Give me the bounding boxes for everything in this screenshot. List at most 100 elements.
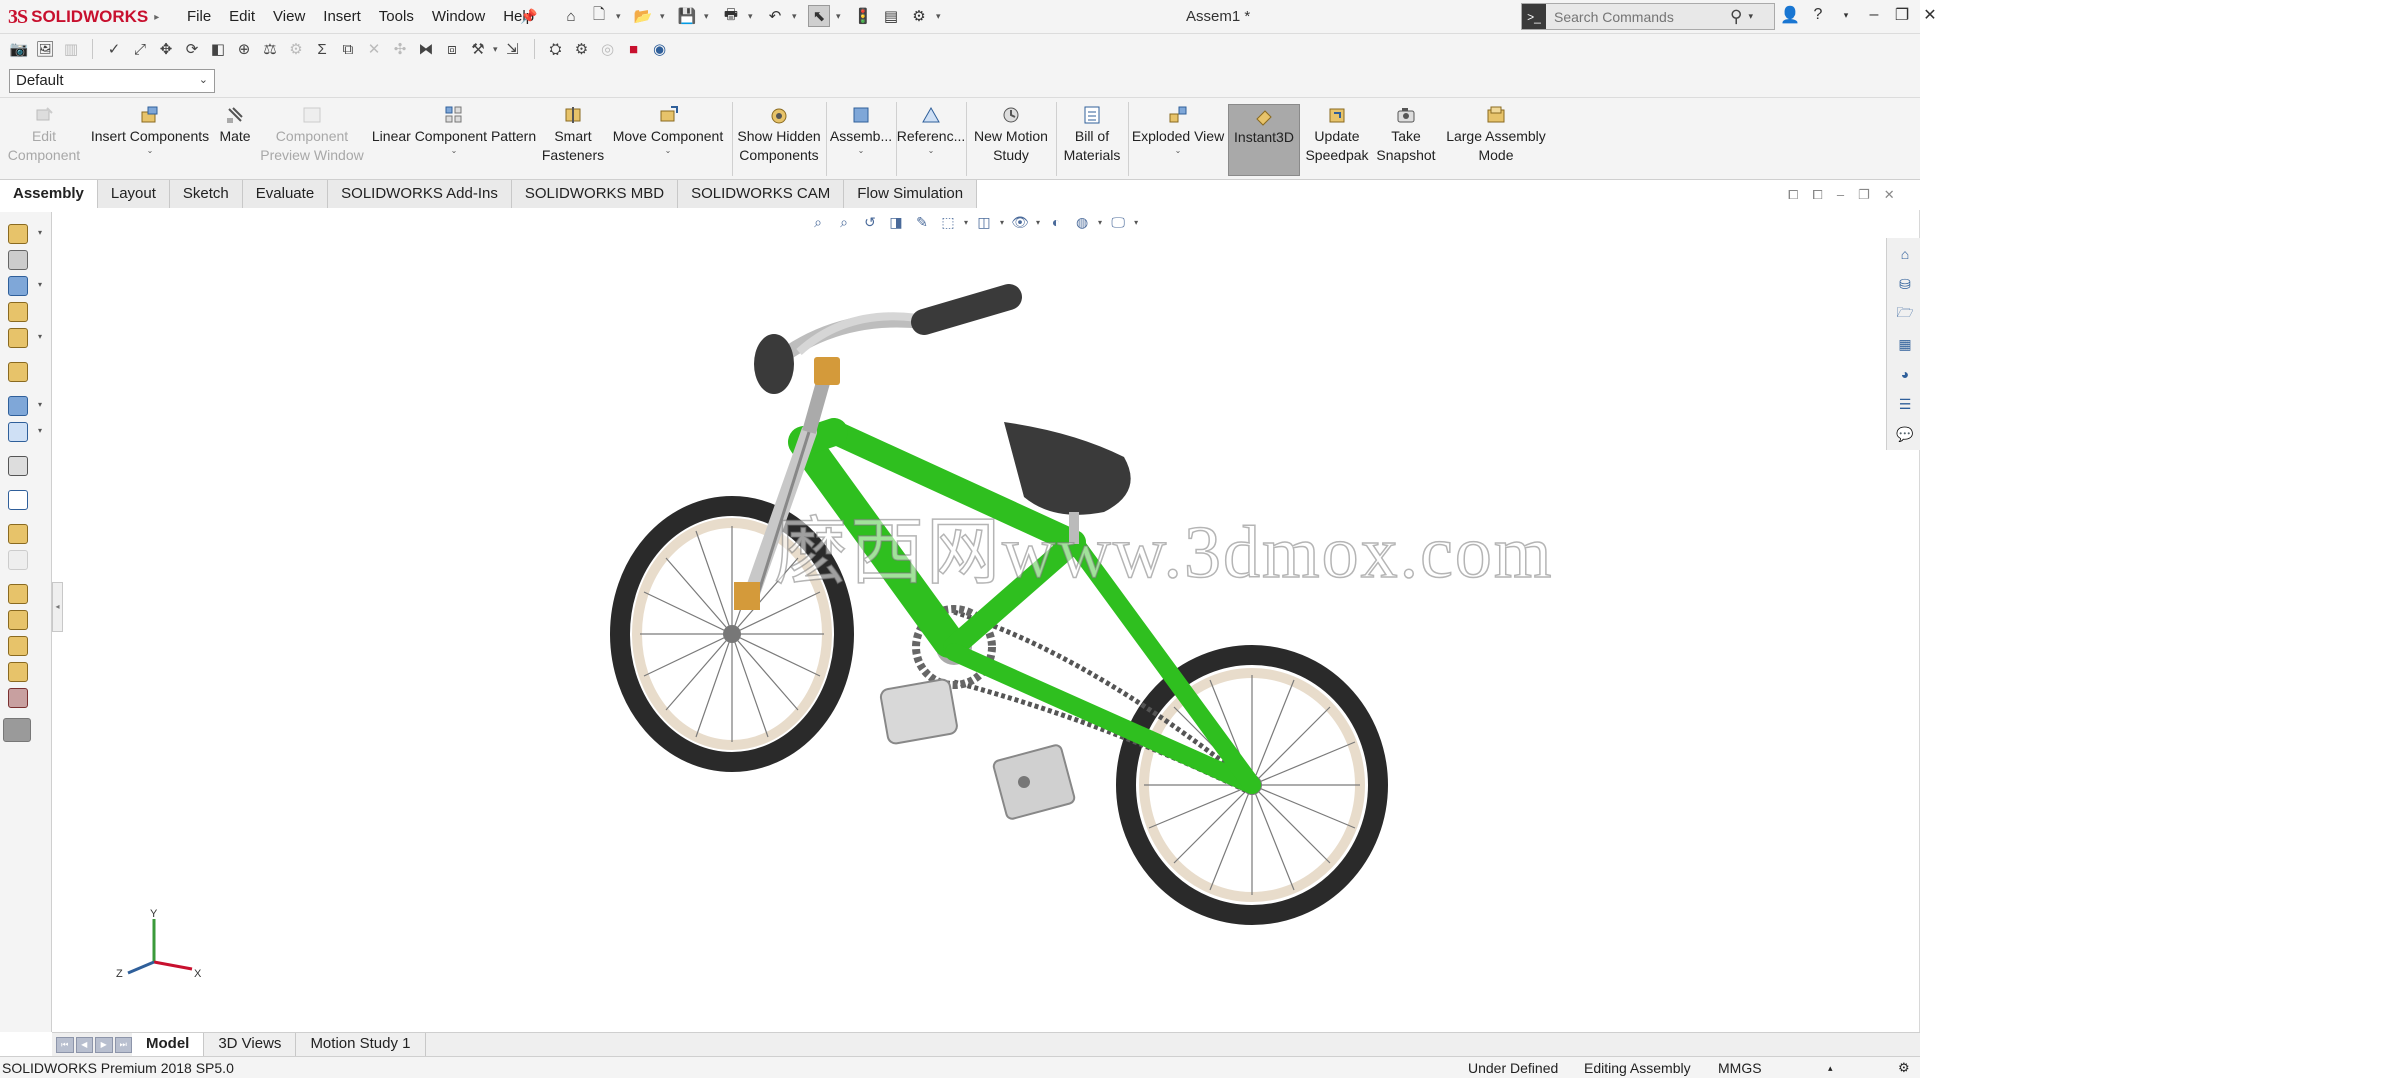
search-input[interactable] — [1546, 8, 1726, 25]
update-speedpak-button[interactable]: Update Speedpak — [1304, 104, 1370, 176]
tab-layout[interactable]: Layout — [97, 180, 170, 208]
explode-tool-icon[interactable] — [8, 524, 28, 544]
logo-flyout-icon[interactable]: ▸ — [154, 12, 159, 23]
new-motion-study-button[interactable]: New Motion Study — [968, 104, 1054, 176]
move-component-dropdown-icon[interactable]: ⌄ — [665, 146, 672, 156]
save-icon[interactable]: 💾 — [676, 5, 698, 27]
menu-view[interactable]: View — [264, 6, 314, 27]
menu-insert[interactable]: Insert — [314, 6, 370, 27]
search-icon[interactable]: ⚲ — [1730, 7, 1742, 27]
open-icon[interactable]: 📂 — [632, 5, 654, 27]
assembly-features-button[interactable]: Assemb... ⌄ — [828, 104, 894, 176]
home-icon[interactable]: ⌂ — [560, 5, 582, 27]
scene-dropdown-icon[interactable]: ▾ — [1098, 218, 1102, 227]
motion-tool-icon[interactable] — [8, 456, 28, 476]
tab-assembly[interactable]: Assembly — [0, 180, 98, 208]
doc-close-icon[interactable]: ✕ — [1884, 187, 1895, 203]
new-document-icon[interactable]: 🗋 — [588, 5, 610, 27]
solidworks-resources-icon[interactable]: ⌂ — [1895, 244, 1915, 264]
instant3d-selected-icon[interactable] — [3, 718, 31, 742]
last-tab-icon[interactable]: ⏭ — [114, 1036, 132, 1053]
save-dropdown-icon[interactable]: ▾ — [704, 11, 714, 22]
options-gear-icon[interactable]: ⚙ — [908, 5, 930, 27]
globe-icon[interactable]: ◉ — [649, 38, 671, 60]
view-orientation-dropdown-icon[interactable]: ▾ — [964, 218, 968, 227]
display-style-icon[interactable]: ◫ — [974, 212, 994, 232]
graphics-area[interactable]: 麽西网www.3dmox.com Y X Z — [54, 212, 1884, 1032]
tools-icon[interactable]: ⚒ — [467, 38, 489, 60]
move-dropdown-icon[interactable]: ▾ — [38, 332, 42, 341]
sum-icon[interactable]: Σ — [311, 38, 333, 60]
tile-left-icon[interactable]: ⧠ — [1788, 187, 1798, 203]
move-tool-icon[interactable] — [8, 328, 28, 348]
zoom-fit-icon[interactable]: ⤢ — [129, 38, 151, 60]
section-view-icon[interactable]: ◧ — [207, 38, 229, 60]
minimize-icon[interactable]: – — [1864, 6, 1884, 24]
insert-components-dropdown-icon[interactable]: ⌄ — [147, 146, 154, 156]
dynamic-annotation-icon[interactable]: ✎ — [912, 212, 932, 232]
menu-file[interactable]: File — [178, 6, 220, 27]
search-commands-box[interactable]: >_ ⚲ ▾ — [1521, 3, 1775, 30]
reference-geometry-dropdown-icon[interactable]: ⌄ — [928, 146, 935, 156]
zoom-to-fit-icon[interactable]: ⌕ — [808, 212, 828, 232]
design-library-icon[interactable]: ⛁ — [1895, 274, 1915, 294]
bom-tool-icon[interactable] — [8, 490, 28, 510]
options-dropdown-icon[interactable]: ▾ — [936, 11, 946, 22]
assembly-tool-icon-3[interactable] — [8, 662, 28, 682]
file-explorer-icon[interactable]: 🗁 — [1895, 304, 1915, 324]
help-icon[interactable]: ? — [1808, 6, 1828, 24]
hide-show-items-icon[interactable]: 👁 — [1010, 212, 1030, 232]
reference-geometry-button[interactable]: Referenc... ⌄ — [897, 104, 965, 176]
mirror-icon[interactable]: ⧉ — [337, 38, 359, 60]
next-tab-icon[interactable]: ▶ — [95, 1036, 113, 1053]
view-palette-icon[interactable]: ▦ — [1895, 334, 1915, 354]
insert-components-button[interactable]: Insert Components ⌄ — [88, 104, 212, 176]
camera-icon[interactable]: 📷 — [8, 38, 30, 60]
measure-icon[interactable]: ⊕ — [233, 38, 255, 60]
insert-component-icon[interactable] — [8, 224, 28, 244]
tab-model[interactable]: Model — [132, 1033, 205, 1056]
restore-icon[interactable]: ❐ — [1892, 5, 1912, 25]
mate-tool-icon[interactable] — [8, 250, 28, 270]
tab-addins[interactable]: SOLIDWORKS Add-Ins — [328, 180, 512, 208]
section-view-icon-hud[interactable]: ◨ — [886, 212, 906, 232]
assembly-tool-icon[interactable]: ⛭ — [545, 38, 567, 60]
view-settings-icon[interactable]: 🖵 — [1108, 212, 1128, 232]
previous-view-icon[interactable]: ↺ — [860, 212, 880, 232]
doc-restore-icon[interactable]: ❐ — [1858, 187, 1870, 203]
reference-dropdown-icon[interactable]: ▾ — [38, 426, 42, 435]
view-orientation-icon[interactable]: ⬚ — [938, 212, 958, 232]
print-dropdown-icon[interactable]: ▾ — [748, 11, 758, 22]
assembly-feature-tool-icon[interactable] — [8, 396, 28, 416]
left-dropdown-icon[interactable]: ▾ — [38, 228, 42, 237]
close-icon[interactable]: ✕ — [1920, 5, 1940, 25]
undo-dropdown-icon[interactable]: ▾ — [792, 11, 802, 22]
appearances-icon[interactable]: ◕ — [1895, 364, 1915, 384]
undo-icon[interactable]: ↶ — [764, 5, 786, 27]
hidden-components-tool-icon[interactable] — [8, 362, 28, 382]
rebuild-icon[interactable]: 🚦 — [852, 5, 874, 27]
tab-evaluate[interactable]: Evaluate — [242, 180, 329, 208]
mate-button[interactable]: Mate — [214, 104, 256, 176]
solidworks-logo[interactable]: 3S SOLIDWORKS ▸ — [8, 4, 159, 30]
take-snapshot-button[interactable]: Take Snapshot — [1374, 104, 1438, 176]
configuration-select[interactable]: Default ⌄ — [9, 69, 215, 93]
first-tab-icon[interactable]: ⏮ — [56, 1036, 74, 1053]
person-icon[interactable]: 👤 — [1780, 5, 1800, 25]
tab-sketch[interactable]: Sketch — [169, 180, 243, 208]
assembly-tool-icon-2[interactable]: ⚙ — [571, 38, 593, 60]
zoom-to-area-icon[interactable]: ⌕ — [834, 212, 854, 232]
assembly-feature-dropdown-icon[interactable]: ▾ — [38, 400, 42, 409]
reference-tool-icon[interactable] — [8, 422, 28, 442]
doc-minimize-icon[interactable]: – — [1837, 187, 1844, 203]
file-properties-icon[interactable]: ▤ — [880, 5, 902, 27]
stop-icon[interactable]: ■ — [623, 38, 645, 60]
prev-tab-icon[interactable]: ◀ — [75, 1036, 93, 1053]
mass-properties-icon[interactable]: ⚖ — [259, 38, 281, 60]
pin-menu-icon[interactable]: 📌 — [520, 8, 537, 25]
new-dropdown-icon[interactable]: ▾ — [616, 11, 626, 22]
search-dropdown-icon[interactable]: ▾ — [1748, 11, 1753, 22]
apply-scene-icon[interactable]: ◍ — [1072, 212, 1092, 232]
mirror-component-icon[interactable]: ⧓ — [415, 38, 437, 60]
select-dropdown-icon[interactable]: ▾ — [836, 11, 846, 22]
